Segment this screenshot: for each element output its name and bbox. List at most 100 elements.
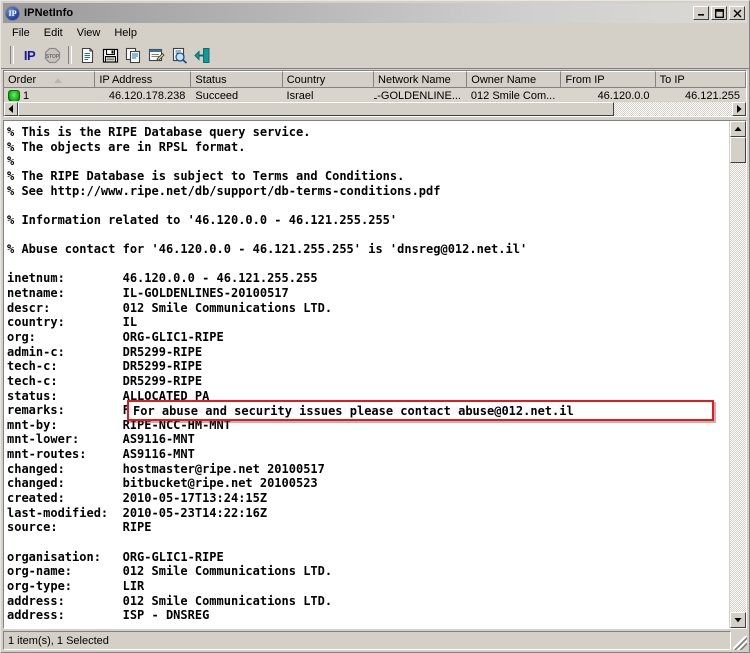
column-label-to-ip: To IP	[659, 74, 685, 86]
find-button[interactable]	[168, 44, 191, 66]
window-title: IPNetInfo	[24, 7, 74, 19]
new-report-button[interactable]	[76, 44, 99, 66]
magnifier-icon	[172, 47, 188, 64]
column-label-country: Country	[286, 74, 326, 86]
sort-ascending-icon	[54, 77, 63, 83]
details-line: descr: 012 Smile Communications LTD.	[7, 300, 333, 315]
exit-button[interactable]	[191, 44, 214, 66]
details-line: tech-c: DR5299-RIPE	[7, 359, 203, 374]
menu-item-file[interactable]: File	[5, 25, 37, 41]
ipnetinfo-window: IP IPNetInfo File Edit View Help IP STOP…	[0, 0, 750, 653]
column-header-country[interactable]: Country	[282, 71, 375, 88]
details-line	[7, 227, 729, 242]
details-pane[interactable]: % This is the RIPE Database query servic…	[3, 120, 747, 629]
column-header-ip-address[interactable]: IP Address	[95, 71, 192, 88]
details-line: % Abuse contact for '46.120.0.0 - 46.121…	[7, 242, 528, 257]
details-vertical-scrollbar[interactable]	[729, 121, 746, 628]
column-label-ip-address: IP Address	[99, 74, 153, 86]
details-line: mnt-routes: AS9116-MNT	[7, 447, 195, 462]
list-header: Order IP Address Status Country Network …	[4, 71, 747, 88]
details-line: netname: IL-GOLDENLINES-20100517	[7, 286, 289, 301]
details-line: changed: bitbucket@ripe.net 20100523	[7, 476, 318, 491]
scroll-left-icon[interactable]	[4, 102, 18, 116]
details-line: inetnum: 46.120.0.0 - 46.121.255.255	[7, 271, 318, 286]
menu-item-help[interactable]: Help	[107, 25, 144, 41]
details-line: % Information related to '46.120.0.0 - 4…	[7, 212, 398, 227]
details-line: organisation: ORG-GLIC1-RIPE	[7, 549, 224, 564]
resolve-ip-button[interactable]: IP	[18, 44, 41, 66]
details-line: % The objects are in RPSL format.	[7, 139, 246, 154]
list-hscroll-track[interactable]	[614, 102, 732, 116]
details-vscroll-track[interactable]	[730, 163, 746, 612]
copy-button[interactable]	[122, 44, 145, 66]
close-icon[interactable]	[729, 6, 745, 20]
column-label-from-ip: From IP	[565, 74, 605, 86]
details-line: created: 2010-05-17T13:24:15Z	[7, 491, 268, 506]
details-line: org-name: 012 Smile Communications LTD.	[7, 564, 333, 579]
details-line: % The RIPE Database is subject to Terms …	[7, 168, 405, 183]
details-line	[7, 257, 729, 272]
toolbar: IP STOP	[1, 42, 749, 69]
menu-item-view[interactable]: View	[70, 25, 108, 41]
status-bar: 1 item(s), 1 Selected	[3, 631, 747, 650]
list-horizontal-scrollbar[interactable]	[4, 101, 746, 116]
stop-icon: STOP	[44, 47, 61, 63]
column-label-status: Status	[195, 74, 227, 86]
details-line: address: 012 Smile Communications LTD.	[7, 593, 333, 608]
minimize-icon[interactable]	[693, 6, 709, 20]
highlight-annotation: For abuse and security issues please con…	[127, 400, 714, 422]
resize-grip-icon[interactable]	[733, 636, 747, 650]
window-controls	[693, 6, 745, 20]
list-hscroll-thumb[interactable]	[18, 102, 614, 116]
menu-bar: File Edit View Help	[1, 23, 749, 42]
status-text: 1 item(s), 1 Selected	[3, 631, 731, 650]
ip-icon: IP	[23, 47, 36, 63]
details-line: % See http://www.ripe.net/db/support/db-…	[7, 183, 441, 198]
column-label-network-name: Network Name	[378, 74, 451, 86]
column-header-network-name[interactable]: Network Name	[374, 71, 468, 88]
maximize-icon[interactable]	[711, 6, 727, 20]
column-header-status[interactable]: Status	[191, 71, 283, 88]
details-line: address: ISP - DNSREG	[7, 608, 210, 623]
properties-icon	[148, 48, 165, 61]
details-line: % This is the RIPE Database query servic…	[7, 125, 311, 139]
toolbar-separator	[10, 46, 14, 64]
scroll-up-icon[interactable]	[730, 121, 746, 137]
details-vscroll-thumb[interactable]	[730, 137, 746, 163]
details-line: country: IL	[7, 315, 138, 330]
copy-icon	[125, 47, 141, 63]
column-header-owner-name[interactable]: Owner Name	[467, 71, 562, 88]
details-line: changed: hostmaster@ripe.net 20100517	[7, 461, 325, 476]
details-line: org: ORG-GLIC1-RIPE	[7, 329, 224, 344]
toolbar-separator-2	[68, 46, 72, 64]
details-text[interactable]: % This is the RIPE Database query servic…	[4, 121, 729, 628]
details-line: source: RIPE	[7, 520, 152, 535]
results-list[interactable]: Order IP Address Status Country Network …	[3, 70, 747, 117]
save-button[interactable]	[99, 44, 122, 66]
title-bar[interactable]: IP IPNetInfo	[3, 3, 747, 23]
column-header-to-ip[interactable]: To IP	[655, 71, 747, 88]
exit-door-icon	[194, 47, 210, 63]
details-line	[7, 535, 729, 550]
svg-text:STOP: STOP	[46, 54, 60, 60]
details-line: mnt-lower: AS9116-MNT	[7, 432, 195, 447]
menu-item-edit[interactable]: Edit	[37, 25, 70, 41]
details-line	[7, 198, 729, 213]
scroll-right-icon[interactable]	[732, 102, 746, 116]
column-header-from-ip[interactable]: From IP	[561, 71, 656, 88]
details-line: admin-c: DR5299-RIPE	[7, 344, 203, 359]
details-line: %	[7, 154, 15, 169]
document-icon	[81, 47, 94, 63]
floppy-disk-icon	[102, 48, 119, 63]
column-label-owner-name: Owner Name	[471, 74, 537, 86]
highlight-text: For abuse and security issues please con…	[133, 403, 574, 418]
details-line: tech-c: DR5299-RIPE	[7, 373, 203, 388]
column-header-order[interactable]: Order	[4, 71, 96, 88]
details-line: last-modified: 2010-05-23T14:22:16Z	[7, 505, 268, 520]
column-label-order: Order	[8, 74, 37, 86]
scroll-down-icon[interactable]	[730, 612, 746, 628]
properties-button[interactable]	[145, 44, 168, 66]
ip-app-icon: IP	[5, 5, 20, 21]
details-line: org-type: LIR	[7, 578, 145, 593]
stop-button[interactable]: STOP	[41, 44, 64, 66]
